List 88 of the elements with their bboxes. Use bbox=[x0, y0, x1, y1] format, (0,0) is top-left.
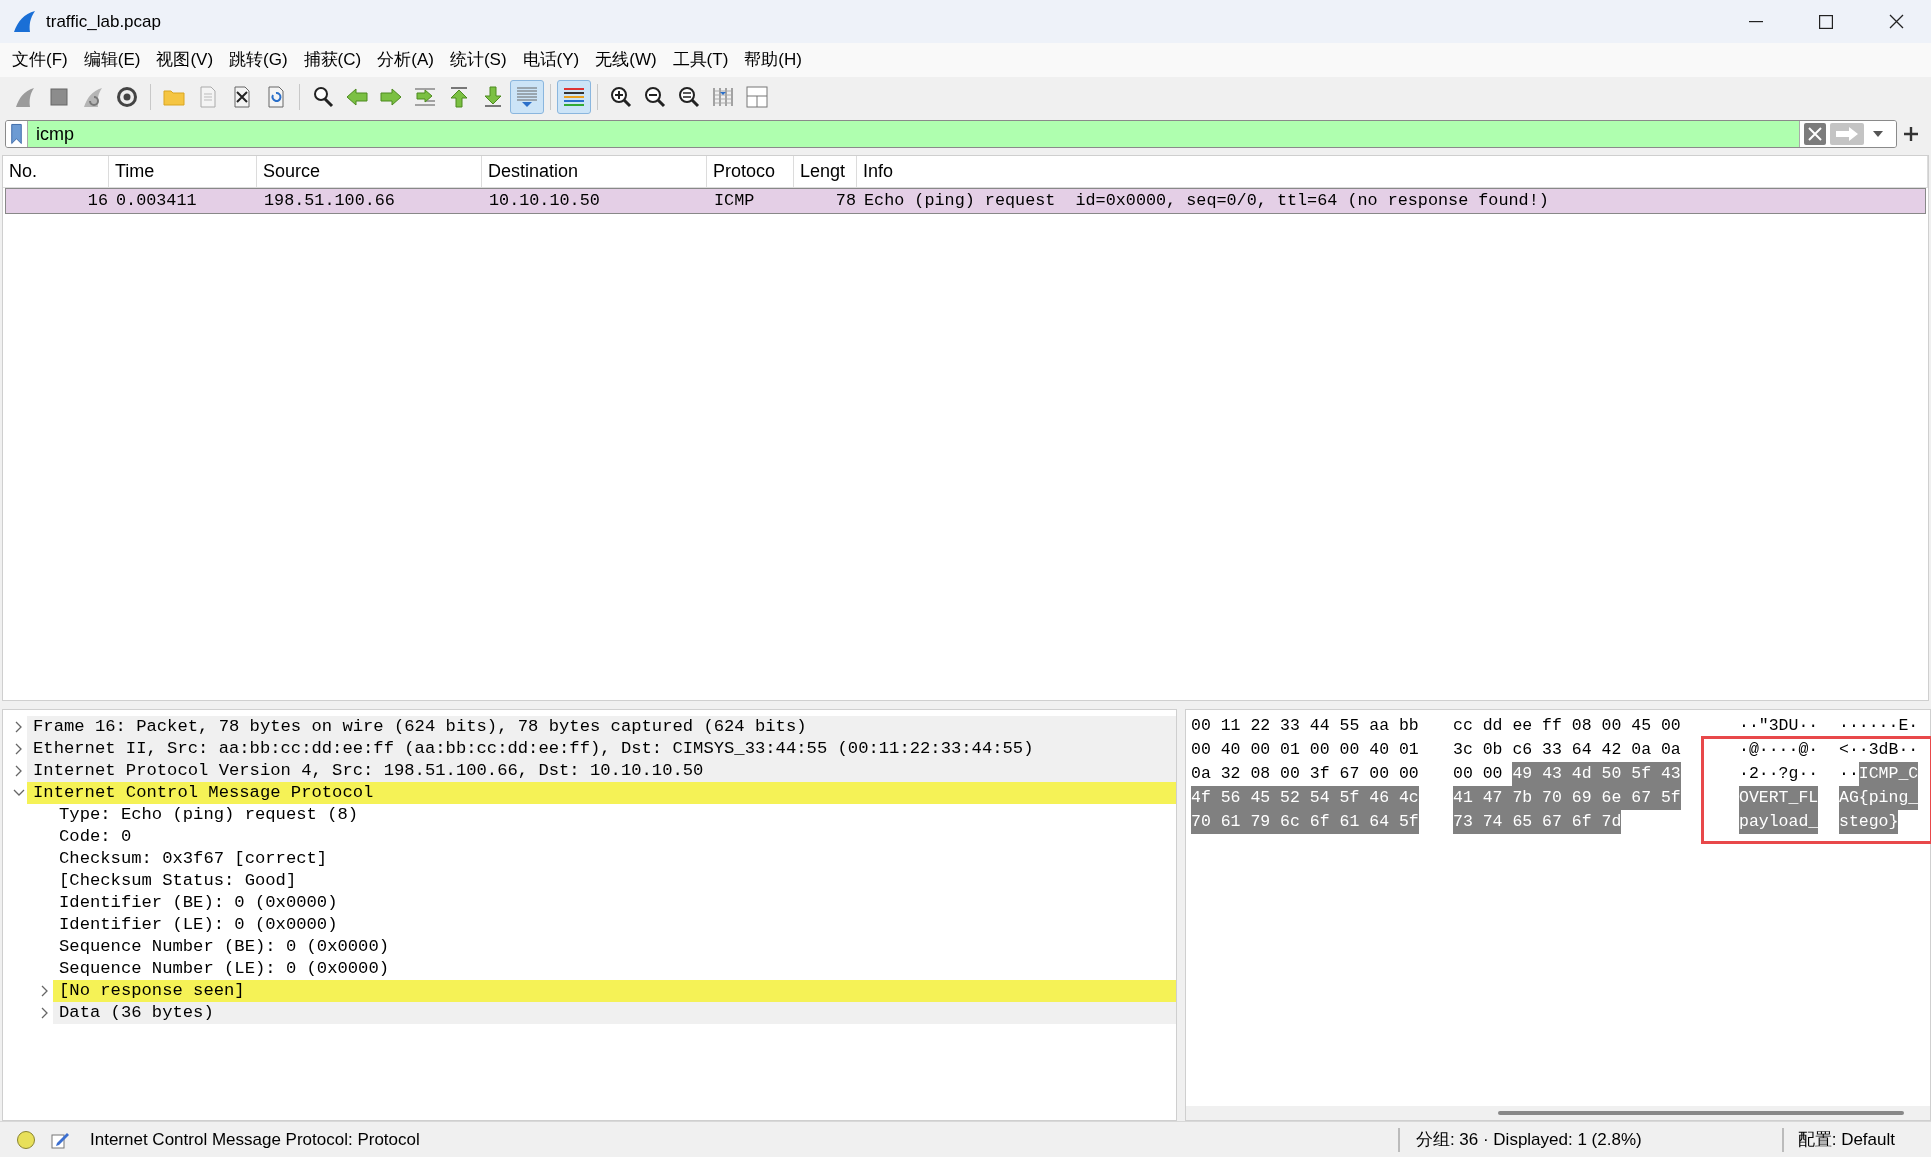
packet-cell-text: ICMP bbox=[713, 190, 756, 213]
hex-bytes: 73 74 65 67 6f 7d bbox=[1453, 809, 1622, 835]
resize-columns-icon bbox=[711, 85, 735, 109]
tree-item[interactable]: Internet Control Message Protocol bbox=[27, 782, 1176, 804]
menu-item[interactable]: 工具(T) bbox=[664, 43, 737, 77]
menu-item[interactable]: 分析(A) bbox=[369, 43, 442, 77]
ascii-text: AG{ping_ bbox=[1839, 785, 1919, 811]
scrollbar-thumb[interactable] bbox=[1498, 1111, 1904, 1115]
menu-item[interactable]: 电话(Y) bbox=[514, 43, 588, 77]
fin-icon bbox=[13, 85, 37, 109]
status-message: Internet Control Message Protocol: Protocol bbox=[90, 1128, 420, 1151]
column-header[interactable]: No. bbox=[3, 156, 109, 187]
column-header[interactable]: Destination bbox=[482, 156, 707, 187]
ascii-text: ······E· bbox=[1839, 714, 1919, 737]
display-filter-field[interactable]: icmp bbox=[28, 121, 1799, 147]
menu-item[interactable]: 捕获(C) bbox=[295, 43, 370, 77]
ascii-text: ·2··?g·· bbox=[1739, 762, 1819, 785]
hex-bytes: 4f 56 45 52 54 5f 46 4c bbox=[1191, 785, 1419, 811]
toolbar-button[interactable] bbox=[557, 80, 591, 114]
ascii-text: ·@····@· bbox=[1739, 738, 1819, 761]
hex-bytes: 70 61 79 6c 6f 61 64 5f bbox=[1191, 809, 1419, 835]
minimize-icon bbox=[1749, 20, 1763, 23]
hex-bytes: 3c 0b c6 33 64 42 0a 0a bbox=[1453, 738, 1681, 761]
menu-item[interactable]: 编辑(E) bbox=[75, 43, 149, 77]
menu-item[interactable]: 无线(W) bbox=[587, 43, 665, 77]
close-icon bbox=[1888, 14, 1904, 29]
menu-item[interactable]: 帮助(H) bbox=[736, 43, 810, 77]
ascii-text: ··"3DU·· bbox=[1739, 714, 1819, 737]
column-header[interactable]: Time bbox=[109, 156, 257, 187]
packet-cell-text: 0.003411 bbox=[115, 190, 198, 213]
go-to-packet-icon bbox=[413, 85, 437, 109]
ascii-text: stego} bbox=[1839, 809, 1899, 835]
ascii-text: ·· bbox=[1839, 762, 1859, 785]
colored-lines-icon bbox=[562, 85, 586, 109]
packet-count: 分组: 36 · Displayed: 1 (2.8%) bbox=[1415, 1128, 1642, 1151]
search-icon bbox=[311, 85, 335, 109]
hex-bytes: 41 47 7b 70 69 6e 67 5f bbox=[1453, 785, 1681, 811]
packet-cell-text: 198.51.100.66 bbox=[263, 190, 396, 213]
tree-item[interactable]: Frame 16: Packet, 78 bytes on wire (624 bits), 78 bytes captured (624 bits) bbox=[27, 716, 1176, 738]
ascii-text: <··3dB·· bbox=[1839, 738, 1919, 761]
packet-cell-text: 16 bbox=[86, 190, 109, 213]
bookmark-icon[interactable] bbox=[6, 121, 28, 147]
packet-cell-text: 78 bbox=[834, 190, 857, 213]
tree-item[interactable]: Internet Protocol Version 4, Src: 198.51.100.66, Dst: 10.10.10.50 bbox=[27, 760, 1176, 782]
menu-item[interactable]: 视图(V) bbox=[148, 43, 222, 77]
packet-cell-text: Echo (ping) request id=0x0000, seq=0/0, ttl=64 (no response found!) bbox=[863, 190, 1550, 213]
column-header[interactable]: Protoco bbox=[707, 156, 794, 187]
maximize-icon bbox=[1819, 14, 1833, 29]
status-indicator-icon[interactable] bbox=[16, 1129, 36, 1150]
ascii-text: OVERT_FL bbox=[1739, 785, 1819, 811]
gear-icon bbox=[115, 85, 139, 109]
hex-bytes: 00 00 bbox=[1453, 762, 1504, 785]
hex-bytes: 00 11 22 33 44 55 aa bb bbox=[1191, 714, 1419, 737]
tree-item[interactable]: [No response seen] bbox=[53, 980, 1176, 1002]
menu-item[interactable]: 跳转(G) bbox=[221, 43, 296, 77]
clear-icon bbox=[1808, 127, 1822, 141]
column-header[interactable]: Info bbox=[857, 156, 1928, 187]
menu-item[interactable]: 文件(F) bbox=[4, 43, 76, 77]
hex-bytes: 00 40 00 01 00 00 40 01 bbox=[1191, 738, 1419, 761]
tree-item[interactable]: Data (36 bytes) bbox=[53, 1002, 1176, 1024]
ascii-text: payload_ bbox=[1739, 809, 1819, 835]
autoscroll-icon bbox=[515, 85, 539, 109]
hex-bytes: 49 43 4d 50 5f 43 bbox=[1512, 761, 1681, 787]
clear-filter-button[interactable] bbox=[1804, 123, 1826, 145]
tree-item[interactable]: Ethernet II, Src: aa:bb:cc:dd:ee:ff (aa:bb:cc:dd:ee:ff), Dst: CIMSYS_33:44:55 (00:11:22:33:44:55) bbox=[27, 738, 1176, 760]
packet-cell-text: 10.10.10.50 bbox=[488, 190, 601, 213]
zoom-out-icon bbox=[643, 85, 667, 109]
stop-icon bbox=[47, 85, 71, 109]
profile-label: 配置: Default bbox=[1797, 1128, 1895, 1151]
menu-item[interactable]: 统计(S) bbox=[441, 43, 515, 77]
column-header[interactable]: Lengt bbox=[794, 156, 857, 187]
layout-icon bbox=[745, 85, 769, 109]
window-title: traffic_lab.pcap bbox=[46, 10, 161, 33]
arrow-left-icon bbox=[345, 85, 369, 109]
column-header[interactable]: Source bbox=[257, 156, 482, 187]
zoom-in-icon bbox=[609, 85, 633, 109]
ascii-text: ICMP_C bbox=[1858, 761, 1919, 787]
restart-icon bbox=[81, 85, 105, 109]
hex-bytes: 0a 32 08 00 3f 67 00 00 bbox=[1191, 762, 1419, 785]
zoom-reset-icon bbox=[677, 85, 701, 109]
hex-bytes: cc dd ee ff 08 00 45 00 bbox=[1453, 714, 1681, 737]
caret-down-icon bbox=[1873, 131, 1883, 137]
arrow-right-icon bbox=[1835, 127, 1859, 141]
packet-row[interactable]: 16 0.003411 198.51.100.66 10.10.10.50 ICMP 78 Echo (ping) request id=0x0000, seq=0/0, ttl=64 (no response found!) bbox=[5, 188, 1926, 214]
app-logo-icon bbox=[12, 9, 36, 34]
horizontal-scrollbar[interactable] bbox=[1186, 1106, 1930, 1120]
arrow-right-icon bbox=[379, 85, 403, 109]
plus-icon bbox=[1904, 127, 1918, 141]
